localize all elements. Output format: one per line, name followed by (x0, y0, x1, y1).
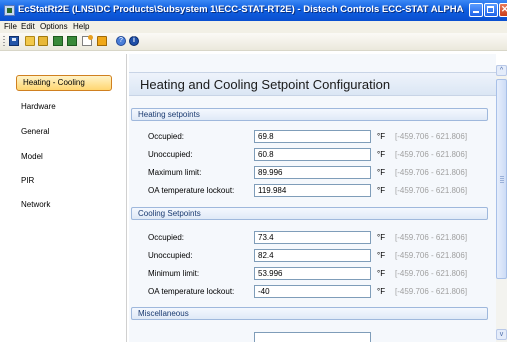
toolbar: ? i (0, 33, 507, 51)
window-title: EcStatRt2E (LNS\DC Products\Subsystem 1\… (18, 4, 464, 15)
upload-icon[interactable] (97, 36, 107, 46)
menu-file[interactable]: File (4, 22, 17, 31)
setpoint-row-partial (129, 332, 496, 342)
section-miscellaneous: Miscellaneous (131, 307, 488, 320)
document-icon[interactable] (82, 35, 93, 46)
cooling-occupied-input[interactable] (254, 231, 371, 244)
device-alt-icon[interactable] (67, 36, 77, 46)
menu-edit[interactable]: Edit (21, 22, 35, 31)
unit-label: °F (377, 186, 386, 195)
setpoint-row: Minimum limit: °F [-459.706 - 621.806] (129, 267, 496, 281)
scroll-up-button[interactable]: ^ (496, 65, 507, 76)
range-label: [-459.706 - 621.806] (395, 186, 468, 195)
setpoint-row: Unoccupied: °F [-459.706 - 621.806] (129, 148, 496, 162)
unit-label: °F (377, 132, 386, 141)
cooling-oa-lockout-input[interactable] (254, 285, 371, 298)
unit-label: °F (377, 251, 386, 260)
range-label: [-459.706 - 621.806] (395, 233, 468, 242)
unit-label: °F (377, 287, 386, 296)
setpoint-label: OA temperature lockout: (148, 186, 235, 195)
scroll-thumb[interactable] (496, 79, 507, 279)
range-label: [-459.706 - 621.806] (395, 269, 468, 278)
section-title: Miscellaneous (138, 309, 189, 318)
setpoint-row: Occupied: °F [-459.706 - 621.806] (129, 231, 496, 245)
minimize-button[interactable] (469, 3, 483, 17)
title-bar[interactable]: EcStatRt2E (LNS\DC Products\Subsystem 1\… (0, 0, 507, 21)
setpoint-row: Maximum limit: °F [-459.706 - 621.806] (129, 166, 496, 180)
range-label: [-459.706 - 621.806] (395, 150, 468, 159)
close-button[interactable] (499, 3, 507, 17)
unit-label: °F (377, 233, 386, 242)
unit-label: °F (377, 150, 386, 159)
section-title: Heating setpoints (138, 110, 200, 119)
range-label: [-459.706 - 621.806] (395, 132, 468, 141)
menu-bar: File Edit Options Help (0, 21, 507, 33)
toolbar-grip-icon[interactable] (3, 36, 5, 47)
sidebar-item-general[interactable]: General (21, 127, 49, 136)
app-icon[interactable] (4, 5, 15, 16)
sidebar-item-model[interactable]: Model (21, 152, 43, 161)
setpoint-label: Maximum limit: (148, 168, 202, 177)
setpoint-label: Unoccupied: (148, 251, 193, 260)
cooling-minimum-limit-input[interactable] (254, 267, 371, 280)
menu-help[interactable]: Help (73, 22, 89, 31)
help-icon[interactable]: ? (116, 36, 126, 46)
vertical-scrollbar[interactable]: ^ v (496, 65, 507, 342)
heating-occupied-input[interactable] (254, 130, 371, 143)
scroll-down-button[interactable]: v (496, 329, 507, 340)
maximize-button[interactable] (484, 3, 498, 17)
setpoint-label: Occupied: (148, 233, 185, 242)
section-cooling-setpoints: Cooling Setpoints (131, 207, 488, 220)
sidebar: Heating - Cooling Hardware General Model… (2, 54, 127, 342)
main-panel: Heating and Cooling Setpoint Configurati… (129, 54, 496, 342)
setpoint-label: Occupied: (148, 132, 185, 141)
setpoint-label: Minimum limit: (148, 269, 200, 278)
miscellaneous-input[interactable] (254, 332, 371, 342)
save-icon[interactable] (9, 36, 19, 46)
unit-label: °F (377, 269, 386, 278)
setpoint-label: OA temperature lockout: (148, 287, 235, 296)
sidebar-item-hardware[interactable]: Hardware (21, 102, 56, 111)
heating-unoccupied-input[interactable] (254, 148, 371, 161)
sidebar-item-network[interactable]: Network (21, 200, 50, 209)
range-label: [-459.706 - 621.806] (395, 251, 468, 260)
open-folder-alt-icon[interactable] (38, 36, 48, 46)
setpoint-row: Occupied: °F [-459.706 - 621.806] (129, 130, 496, 144)
setpoint-label: Unoccupied: (148, 150, 193, 159)
heating-oa-lockout-input[interactable] (254, 184, 371, 197)
open-folder-icon[interactable] (25, 36, 35, 46)
cooling-unoccupied-input[interactable] (254, 249, 371, 262)
sidebar-item-pir[interactable]: PIR (21, 176, 34, 185)
setpoint-row: OA temperature lockout: °F [-459.706 - 6… (129, 285, 496, 299)
setpoint-row: OA temperature lockout: °F [-459.706 - 6… (129, 184, 496, 198)
info-icon[interactable]: i (129, 36, 139, 46)
page-title: Heating and Cooling Setpoint Configurati… (140, 77, 391, 92)
section-heating-setpoints: Heating setpoints (131, 108, 488, 121)
section-title: Cooling Setpoints (138, 209, 201, 218)
sidebar-item-heating-cooling[interactable]: Heating - Cooling (16, 75, 112, 91)
page-header: Heating and Cooling Setpoint Configurati… (129, 72, 496, 96)
unit-label: °F (377, 168, 386, 177)
setpoint-row: Unoccupied: °F [-459.706 - 621.806] (129, 249, 496, 263)
menu-options[interactable]: Options (40, 22, 68, 31)
range-label: [-459.706 - 621.806] (395, 287, 468, 296)
device-icon[interactable] (53, 36, 63, 46)
range-label: [-459.706 - 621.806] (395, 168, 468, 177)
heating-maximum-limit-input[interactable] (254, 166, 371, 179)
